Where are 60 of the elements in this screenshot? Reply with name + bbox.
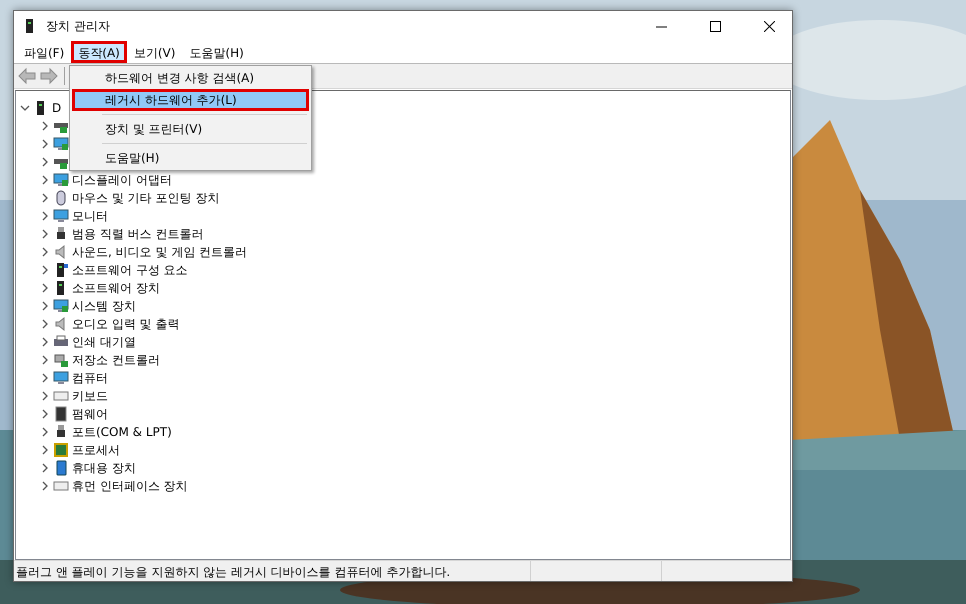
collapse-caret-icon[interactable] <box>40 211 50 221</box>
tree-item[interactable]: 키보드 <box>72 388 108 404</box>
collapse-caret-icon[interactable] <box>40 373 50 383</box>
collapse-caret-icon[interactable] <box>40 481 50 491</box>
collapse-caret-icon[interactable] <box>40 175 50 185</box>
tree-item[interactable]: 모니터 <box>72 208 108 224</box>
menu-item[interactable]: 도움말(H) <box>182 41 251 63</box>
status-text: 플러그 앤 플레이 기능을 지원하지 않는 레거시 디바이스를 컴퓨터에 추가합니다. <box>15 564 452 581</box>
collapse-caret-icon[interactable] <box>40 193 50 203</box>
tree-item[interactable]: 마우스 및 기타 포인팅 장치 <box>72 190 220 206</box>
collapse-caret-icon[interactable] <box>40 409 50 419</box>
collapse-caret-icon[interactable] <box>40 265 50 275</box>
window-title: 장치 관리자 <box>46 18 111 34</box>
maximize-icon <box>710 20 720 32</box>
collapse-caret-icon[interactable] <box>40 427 50 437</box>
tree-item[interactable]: 컴퓨터 <box>72 370 108 386</box>
tree-item[interactable]: 사운드, 비디오 및 게임 컨트롤러 <box>72 244 248 260</box>
collapse-caret-icon[interactable] <box>40 247 50 257</box>
collapse-caret-icon[interactable] <box>40 229 50 239</box>
tree-item[interactable]: 범용 직렬 버스 컨트롤러 <box>72 226 204 242</box>
menu-item[interactable]: 동작(A) <box>71 41 127 63</box>
monitor-icon <box>53 172 69 188</box>
monitor-icon <box>53 208 69 224</box>
monitor-icon <box>53 136 69 152</box>
menu-item[interactable]: 레거시 하드웨어 추가(L) <box>72 89 309 111</box>
collapse-caret-icon[interactable] <box>40 157 50 167</box>
menu-item[interactable]: 도움말(H) <box>72 147 309 169</box>
tree-item[interactable]: 휴대용 장치 <box>72 460 136 476</box>
collapse-caret-icon[interactable] <box>40 445 50 455</box>
tree-item[interactable]: 인쇄 대기열 <box>72 334 136 350</box>
tree-item[interactable]: 디스플레이 어댑터 <box>72 172 172 188</box>
back-arrow-icon <box>18 67 36 85</box>
collapse-caret-icon[interactable] <box>40 391 50 401</box>
expand-caret-icon[interactable] <box>20 103 30 113</box>
tree-item[interactable]: 소프트웨어 장치 <box>72 280 160 296</box>
tree-item[interactable]: 시스템 장치 <box>72 298 136 314</box>
collapse-caret-icon[interactable] <box>40 121 50 131</box>
collapse-caret-icon[interactable] <box>40 283 50 293</box>
collapse-caret-icon[interactable] <box>40 337 50 347</box>
collapse-caret-icon[interactable] <box>40 139 50 149</box>
tree-item[interactable]: 소프트웨어 구성 요소 <box>72 262 188 278</box>
tree-item[interactable]: 저장소 컨트롤러 <box>72 352 160 368</box>
collapse-caret-icon[interactable] <box>40 319 50 329</box>
tree-item[interactable]: D <box>52 101 62 115</box>
device-icon <box>53 298 69 314</box>
tree-item[interactable]: 프로세서 <box>72 442 120 458</box>
menu-item[interactable]: 파일(F) <box>17 41 72 63</box>
collapse-caret-icon[interactable] <box>40 355 50 365</box>
collapse-caret-icon[interactable] <box>40 463 50 473</box>
forward-arrow-icon <box>40 67 58 85</box>
tree-item[interactable]: 포트(COM & LPT) <box>72 424 172 440</box>
monitor-icon <box>53 370 69 386</box>
menu-item[interactable]: 장치 및 프린터(V) <box>72 118 309 140</box>
tree-item[interactable]: 오디오 입력 및 출력 <box>72 316 180 332</box>
collapse-caret-icon[interactable] <box>40 301 50 311</box>
menu-item[interactable]: 보기(V) <box>126 41 182 63</box>
close-icon <box>764 20 774 32</box>
device-icon <box>53 352 69 368</box>
tree-item[interactable]: 펌웨어 <box>72 406 108 422</box>
tree-item[interactable]: 휴먼 인터페이스 장치 <box>72 478 188 494</box>
